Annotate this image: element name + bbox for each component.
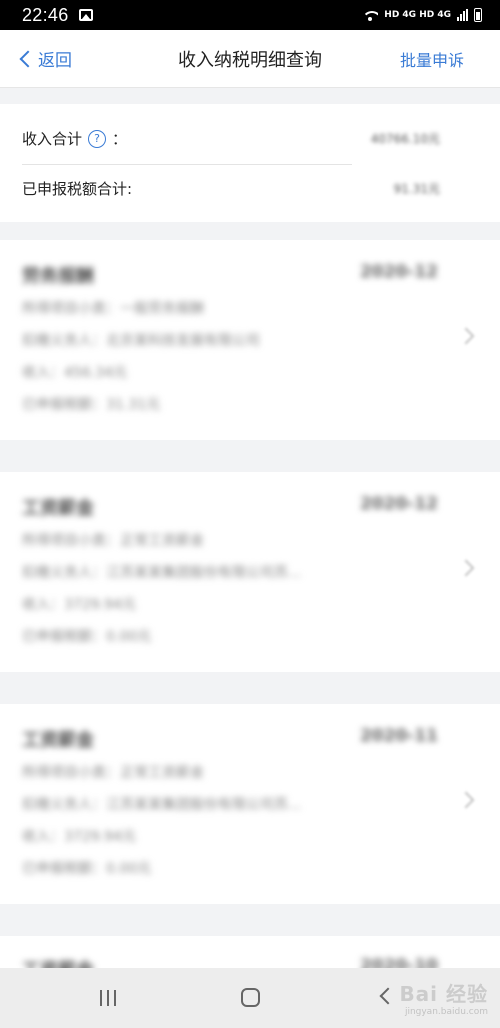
home-button[interactable]: [241, 988, 260, 1007]
record-type: 工资薪金: [22, 498, 94, 519]
recents-button[interactable]: [100, 990, 116, 1006]
record-type: 工资薪金: [22, 956, 94, 968]
back-button[interactable]: 返回: [18, 46, 72, 71]
status-indicators: HD 4G HD 4G: [362, 8, 482, 22]
status-bar: 22:46 HD 4G HD 4G: [0, 0, 500, 30]
watermark: Bai 经验 jingyan.baidu.com: [399, 978, 488, 1017]
batch-appeal-button[interactable]: 批量申诉: [400, 47, 464, 71]
signal-icon: [457, 9, 468, 21]
watermark-main: Bai 经验: [399, 982, 488, 1006]
watermark-sub: jingyan.baidu.com: [404, 1007, 488, 1017]
record-date: 2020-10: [359, 956, 438, 968]
record-type: 工资薪金: [22, 730, 94, 751]
income-total-separator: ：: [112, 130, 128, 148]
record-withholder: 扣缴义务人：北京某科技发展有限公司: [22, 333, 260, 349]
record-date: 2020-12: [359, 262, 438, 282]
record-subcategory: 所得项目小类：一般劳务报酬: [22, 301, 204, 317]
income-total-value: 40766.10元: [370, 132, 440, 146]
record-tax: 已申报税额：31.31元: [22, 397, 161, 413]
record-subcategory: 所得项目小类：正常工资薪金: [22, 533, 204, 549]
income-record-card[interactable]: 工资薪金 2020-11 所得项目小类：正常工资薪金 扣缴义务人：江苏某某集团股…: [0, 704, 500, 904]
chevron-right-icon: [457, 559, 475, 577]
record-subcategory: 所得项目小类：正常工资薪金: [22, 765, 204, 781]
network-indicators: HD 4G HD 4G: [384, 10, 451, 20]
income-total-row: 收入合计 ? ： 40766.10元: [22, 128, 440, 149]
navigation-bar: 返回 收入纳税明细查询 批量申诉: [0, 30, 500, 88]
income-record-card[interactable]: 工资薪金 2020-10: [0, 936, 500, 968]
tax-total-label: 已申报税额合计:: [22, 180, 133, 198]
chevron-right-icon: [457, 791, 475, 809]
record-income: 收入：3729.94元: [22, 829, 136, 845]
status-time: 22:46: [22, 4, 69, 25]
chevron-right-icon: [457, 327, 475, 345]
question-circle-icon[interactable]: ?: [88, 129, 107, 148]
chevron-left-icon: [19, 50, 37, 67]
record-tax: 已申报税额：0.00元: [22, 629, 152, 645]
battery-icon: [474, 8, 482, 22]
tax-total-row: 已申报税额合计: 91.31元: [22, 178, 440, 199]
record-type: 劳务报酬: [22, 266, 94, 287]
record-tax: 已申报税额：0.00元: [22, 861, 152, 877]
record-income: 收入：3729.94元: [22, 597, 136, 613]
income-total-label: 收入合计: [22, 130, 83, 148]
record-income: 收入：456.34元: [22, 365, 127, 381]
wifi-icon: [362, 9, 379, 21]
summary-panel: 收入合计 ? ： 40766.10元 已申报税额合计: 91.31元: [0, 104, 500, 222]
image-notification-icon: [78, 9, 93, 21]
back-label: 返回: [38, 51, 72, 71]
record-withholder: 扣缴义务人：江苏某某集团股份有限公司苏...: [22, 797, 302, 813]
tax-total-value: 91.31元: [393, 182, 440, 196]
system-back-button[interactable]: [379, 987, 397, 1005]
record-date: 2020-12: [359, 494, 438, 514]
divider: [22, 164, 352, 165]
income-record-card[interactable]: 工资薪金 2020-12 所得项目小类：正常工资薪金 扣缴义务人：江苏某某集团股…: [0, 472, 500, 672]
record-withholder: 扣缴义务人：江苏某某集团股份有限公司苏...: [22, 565, 302, 581]
income-record-card[interactable]: 劳务报酬 2020-12 所得项目小类：一般劳务报酬 扣缴义务人：北京某科技发展…: [0, 240, 500, 440]
record-date: 2020-11: [359, 726, 438, 746]
